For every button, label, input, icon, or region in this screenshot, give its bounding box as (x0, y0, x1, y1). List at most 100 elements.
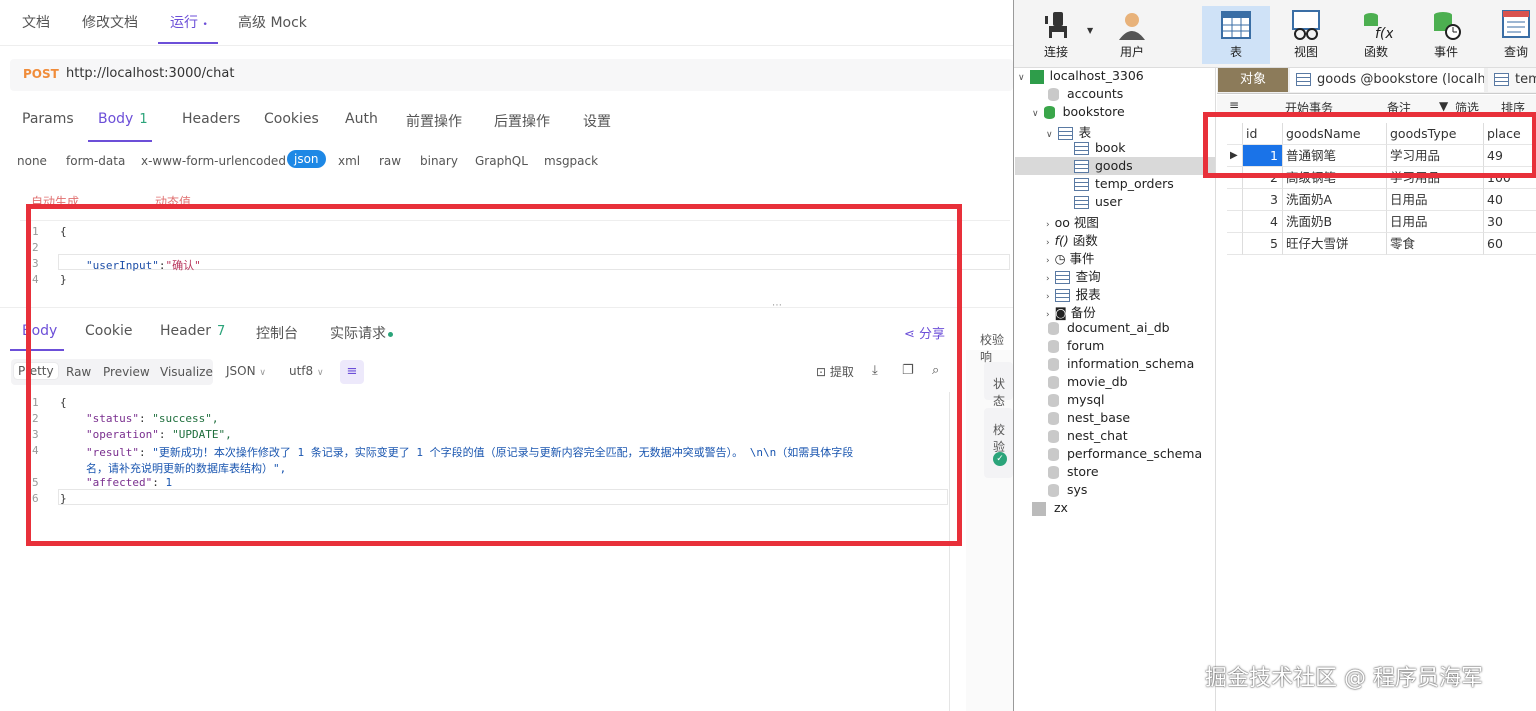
tree-table-book[interactable]: book (1074, 140, 1125, 155)
function-icon: f() (1054, 233, 1069, 248)
cell-goodstype[interactable]: 日用品 (1387, 189, 1484, 211)
tree-db-item[interactable]: nest_base (1048, 410, 1130, 425)
database-icon (1048, 376, 1059, 389)
body-type-none[interactable]: none (17, 154, 47, 168)
tree-label: temp_orders (1095, 176, 1174, 191)
tree-connection-localhost[interactable]: ∨ localhost_3306 (1018, 68, 1144, 84)
tree-db-bookstore[interactable]: ∨ bookstore (1032, 104, 1125, 119)
tab-mock[interactable]: 高级 Mock (238, 12, 307, 32)
body-type-xml[interactable]: xml (338, 154, 360, 168)
tree-label: document_ai_db (1067, 320, 1170, 335)
tree-table-goods[interactable]: goods (1074, 158, 1133, 173)
toolbar-event-button[interactable]: 事件 (1416, 6, 1476, 64)
tab-temp[interactable]: temp (1488, 68, 1536, 92)
tree-label: forum (1067, 338, 1105, 353)
database-icon (1048, 430, 1059, 443)
toolbar-query-button[interactable]: 查询 (1486, 6, 1536, 64)
tree-db-accounts[interactable]: accounts (1048, 86, 1123, 101)
table-row[interactable]: 4 洗面奶B 日用品 30 (1227, 211, 1536, 233)
tree-label: nest_base (1067, 410, 1131, 425)
tab-docs[interactable]: 文档 (22, 12, 50, 32)
table-row[interactable]: 3 洗面奶A 日用品 40 (1227, 189, 1536, 211)
body-type-raw[interactable]: raw (379, 154, 401, 168)
tree-group-functions[interactable]: › f() 函数 (1046, 230, 1098, 249)
toolbar-function-button[interactable]: f(x) 函数 (1346, 6, 1406, 64)
menu-icon[interactable]: ≡ (1229, 98, 1239, 112)
tree-group-views[interactable]: › oo 视图 (1046, 212, 1099, 231)
cell-place[interactable]: 30 (1484, 211, 1536, 233)
tree-db-item[interactable]: information_schema (1048, 356, 1194, 371)
http-method[interactable]: POST (23, 67, 59, 81)
tree-group-backups[interactable]: › ◙ 备份 (1046, 302, 1096, 321)
tab-objects[interactable]: 对象 (1218, 68, 1288, 92)
chevron-right-icon: › (1046, 238, 1050, 248)
tree-label: zx (1054, 500, 1068, 515)
chevron-right-icon: › (1046, 292, 1050, 302)
cell-id[interactable]: 4 (1243, 211, 1283, 233)
tree-group-events[interactable]: › ◷ 事件 (1046, 248, 1095, 267)
toolbar-event-label: 事件 (1433, 45, 1458, 59)
tab-params[interactable]: Params (22, 111, 74, 127)
tree-table-user[interactable]: user (1074, 194, 1122, 209)
database-icon (1048, 322, 1059, 335)
cell-goodsname[interactable]: 旺仔大雪饼 (1283, 233, 1387, 255)
tree-db-item[interactable]: sys (1048, 482, 1087, 497)
cell-goodstype[interactable]: 日用品 (1387, 211, 1484, 233)
api-client-panel: 文档 修改文档 运行 • 高级 Mock POST http://localho… (0, 0, 1013, 711)
cell-id[interactable]: 3 (1243, 189, 1283, 211)
tree-db-item[interactable]: store (1048, 464, 1099, 479)
tab-pre-ops[interactable]: 前置操作 (406, 111, 462, 131)
chevron-down-icon[interactable]: ▼ (1087, 26, 1093, 35)
tab-settings[interactable]: 设置 (583, 111, 611, 131)
tab-auth[interactable]: Auth (345, 111, 378, 127)
body-type-urlencoded[interactable]: x-www-form-urlencoded (141, 154, 286, 168)
cell-place[interactable]: 40 (1484, 189, 1536, 211)
tree-group-tables[interactable]: ∨ 表 (1046, 122, 1091, 141)
url-bar[interactable]: POST http://localhost:3000/chat (10, 59, 1013, 91)
tree-db-item[interactable]: nest_chat (1048, 428, 1128, 443)
body-type-msgpack[interactable]: msgpack (544, 154, 598, 168)
tree-group-reports[interactable]: › 报表 (1046, 284, 1101, 303)
tab-goods-table[interactable]: goods @bookstore (localh... (1290, 68, 1484, 92)
body-type-graphql[interactable]: GraphQL (475, 154, 528, 168)
tab-run[interactable]: 运行 • (170, 12, 208, 32)
toolbar-table-button[interactable]: 表 (1202, 6, 1270, 64)
highlight-box (1203, 112, 1536, 178)
tab-cookies[interactable]: Cookies (264, 111, 319, 127)
cell-id[interactable]: 5 (1243, 233, 1283, 255)
chevron-right-icon: › (1046, 274, 1050, 284)
cell-goodstype[interactable]: 零食 (1387, 233, 1484, 255)
cell-goodsname[interactable]: 洗面奶A (1283, 189, 1387, 211)
tree-table-temp-orders[interactable]: temp_orders (1074, 176, 1174, 191)
tree-db-item[interactable]: mysql (1048, 392, 1105, 407)
tree-db-item[interactable]: performance_schema (1048, 446, 1202, 461)
tree-db-item[interactable]: document_ai_db (1048, 320, 1170, 335)
table-row[interactable]: 5 旺仔大雪饼 零食 60 (1227, 233, 1536, 255)
toolbar-connect-button[interactable]: 连接 (1026, 6, 1086, 64)
toolbar-user-button[interactable]: 用户 (1102, 6, 1162, 64)
tree-label: accounts (1067, 86, 1124, 101)
tree-db-item[interactable]: movie_db (1048, 374, 1128, 389)
tree-label: information_schema (1067, 356, 1195, 371)
database-icon (1048, 448, 1059, 461)
body-type-form-data[interactable]: form-data (66, 154, 125, 168)
watermark: 掘金技术社区 @ 程序员海军 (1205, 666, 1483, 691)
url-input[interactable]: http://localhost:3000/chat (66, 66, 234, 81)
active-tab-underline (158, 42, 218, 44)
cell-goodsname[interactable]: 洗面奶B (1283, 211, 1387, 233)
tab-post-ops[interactable]: 后置操作 (494, 111, 550, 131)
toolbar-view-button[interactable]: 视图 (1276, 6, 1336, 64)
cell-place[interactable]: 60 (1484, 233, 1536, 255)
table-icon (1074, 160, 1089, 173)
tab-edit-docs[interactable]: 修改文档 (82, 12, 138, 32)
body-type-binary[interactable]: binary (420, 154, 458, 168)
tab-body[interactable]: Body 1 (98, 111, 148, 127)
tab-headers[interactable]: Headers (182, 111, 240, 127)
body-type-json[interactable]: json (287, 150, 326, 168)
row-selector (1227, 233, 1243, 255)
connection-icon (1029, 69, 1044, 84)
filter-icon[interactable]: ▼ (1439, 99, 1448, 113)
tree-connection-zx[interactable]: zx (1032, 500, 1068, 516)
tree-db-item[interactable]: forum (1048, 338, 1104, 353)
tree-group-queries[interactable]: › 查询 (1046, 266, 1101, 285)
